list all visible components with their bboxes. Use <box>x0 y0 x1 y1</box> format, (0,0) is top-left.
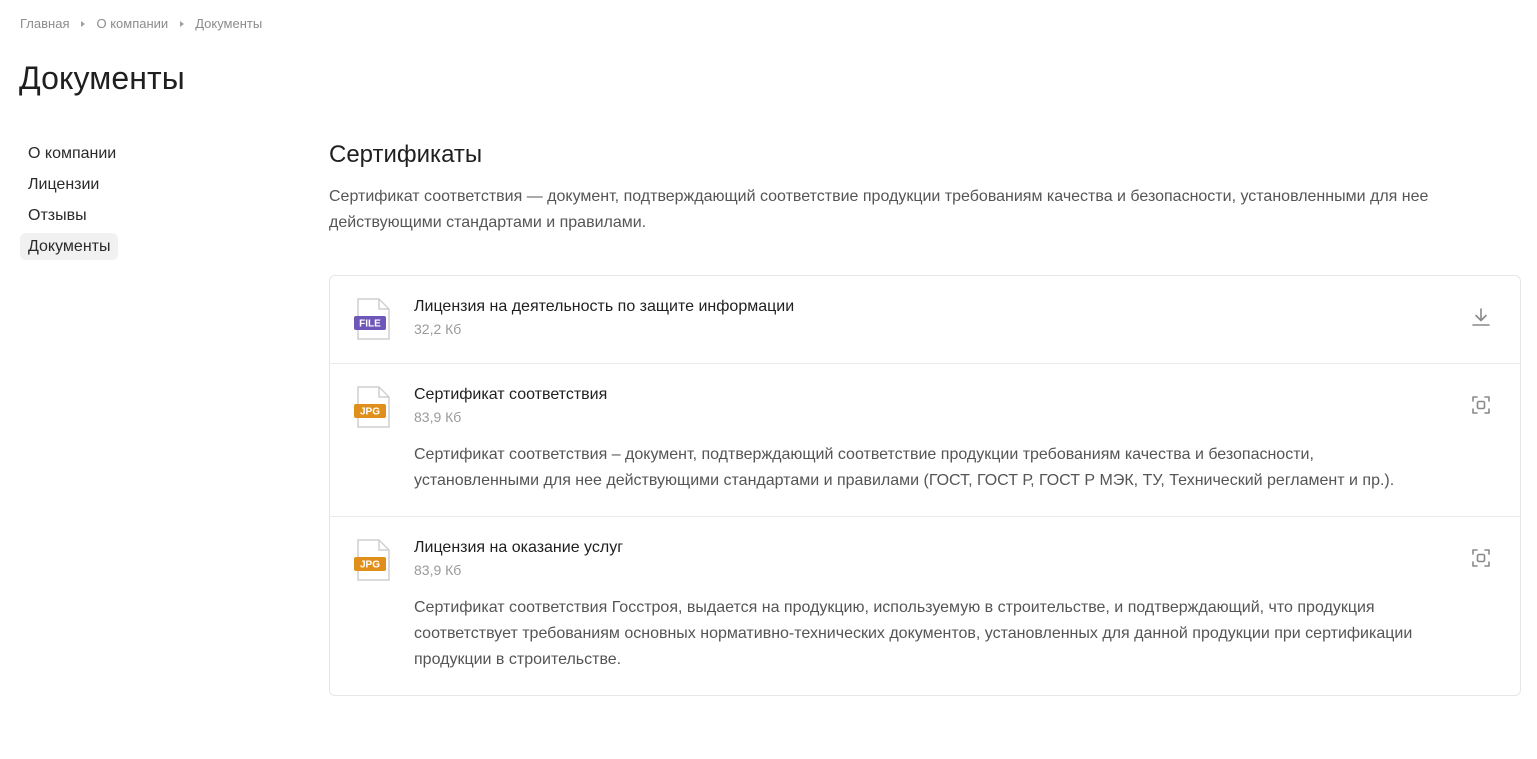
section-description: Сертификат соответствия — документ, подт… <box>329 188 1429 231</box>
sidebar-nav: О компании Лицензии Отзывы Документы <box>20 140 220 264</box>
document-item: JPG Сертификат соответствия 83,9 Кб Серт… <box>330 364 1520 517</box>
document-title-link[interactable]: Лицензия на оказание услуг <box>414 537 1460 559</box>
breadcrumb-separator-icon <box>180 20 185 27</box>
main-content: Сертификаты Сертификат соответствия — до… <box>329 140 1521 236</box>
file-type-label: JPG <box>360 407 380 418</box>
breadcrumb-separator-icon <box>81 20 86 27</box>
sidebar-item-licenses[interactable]: Лицензии <box>20 171 107 198</box>
document-size: 83,9 Кб <box>414 562 462 578</box>
zoom-preview-icon[interactable] <box>1470 394 1492 416</box>
document-item: FILE Лицензия на деятельность по защите … <box>330 276 1520 364</box>
sidebar-item-about[interactable]: О компании <box>20 140 124 167</box>
image-file-icon: JPG <box>354 386 390 428</box>
sidebar-item-documents[interactable]: Документы <box>20 233 119 260</box>
breadcrumb: Главная О компании Документы <box>20 16 262 31</box>
breadcrumb-home-link[interactable]: Главная <box>20 16 69 31</box>
document-description: Сертификат соответствия Госстроя, выдает… <box>414 599 1413 668</box>
section-title: Сертификаты <box>329 141 483 168</box>
page-title: Документы <box>19 60 185 96</box>
document-size: 83,9 Кб <box>414 409 462 425</box>
file-document-icon: FILE <box>354 298 390 340</box>
breadcrumb-company-link[interactable]: О компании <box>96 16 168 31</box>
breadcrumb-current: Документы <box>195 16 263 31</box>
document-description: Сертификат соответствия – документ, подт… <box>414 446 1395 489</box>
image-file-icon: JPG <box>354 539 390 581</box>
document-title-link[interactable]: Лицензия на деятельность по защите инфор… <box>414 296 1460 318</box>
document-size: 32,2 Кб <box>414 321 462 337</box>
file-type-label: FILE <box>359 319 381 330</box>
document-item: JPG Лицензия на оказание услуг 83,9 Кб С… <box>330 517 1520 695</box>
sidebar-item-reviews[interactable]: Отзывы <box>20 202 95 229</box>
zoom-preview-icon[interactable] <box>1470 547 1492 569</box>
document-list: FILE Лицензия на деятельность по защите … <box>329 275 1521 696</box>
download-icon[interactable] <box>1470 306 1492 328</box>
document-title-link[interactable]: Сертификат соответствия <box>414 384 1460 406</box>
file-type-label: JPG <box>360 560 380 571</box>
